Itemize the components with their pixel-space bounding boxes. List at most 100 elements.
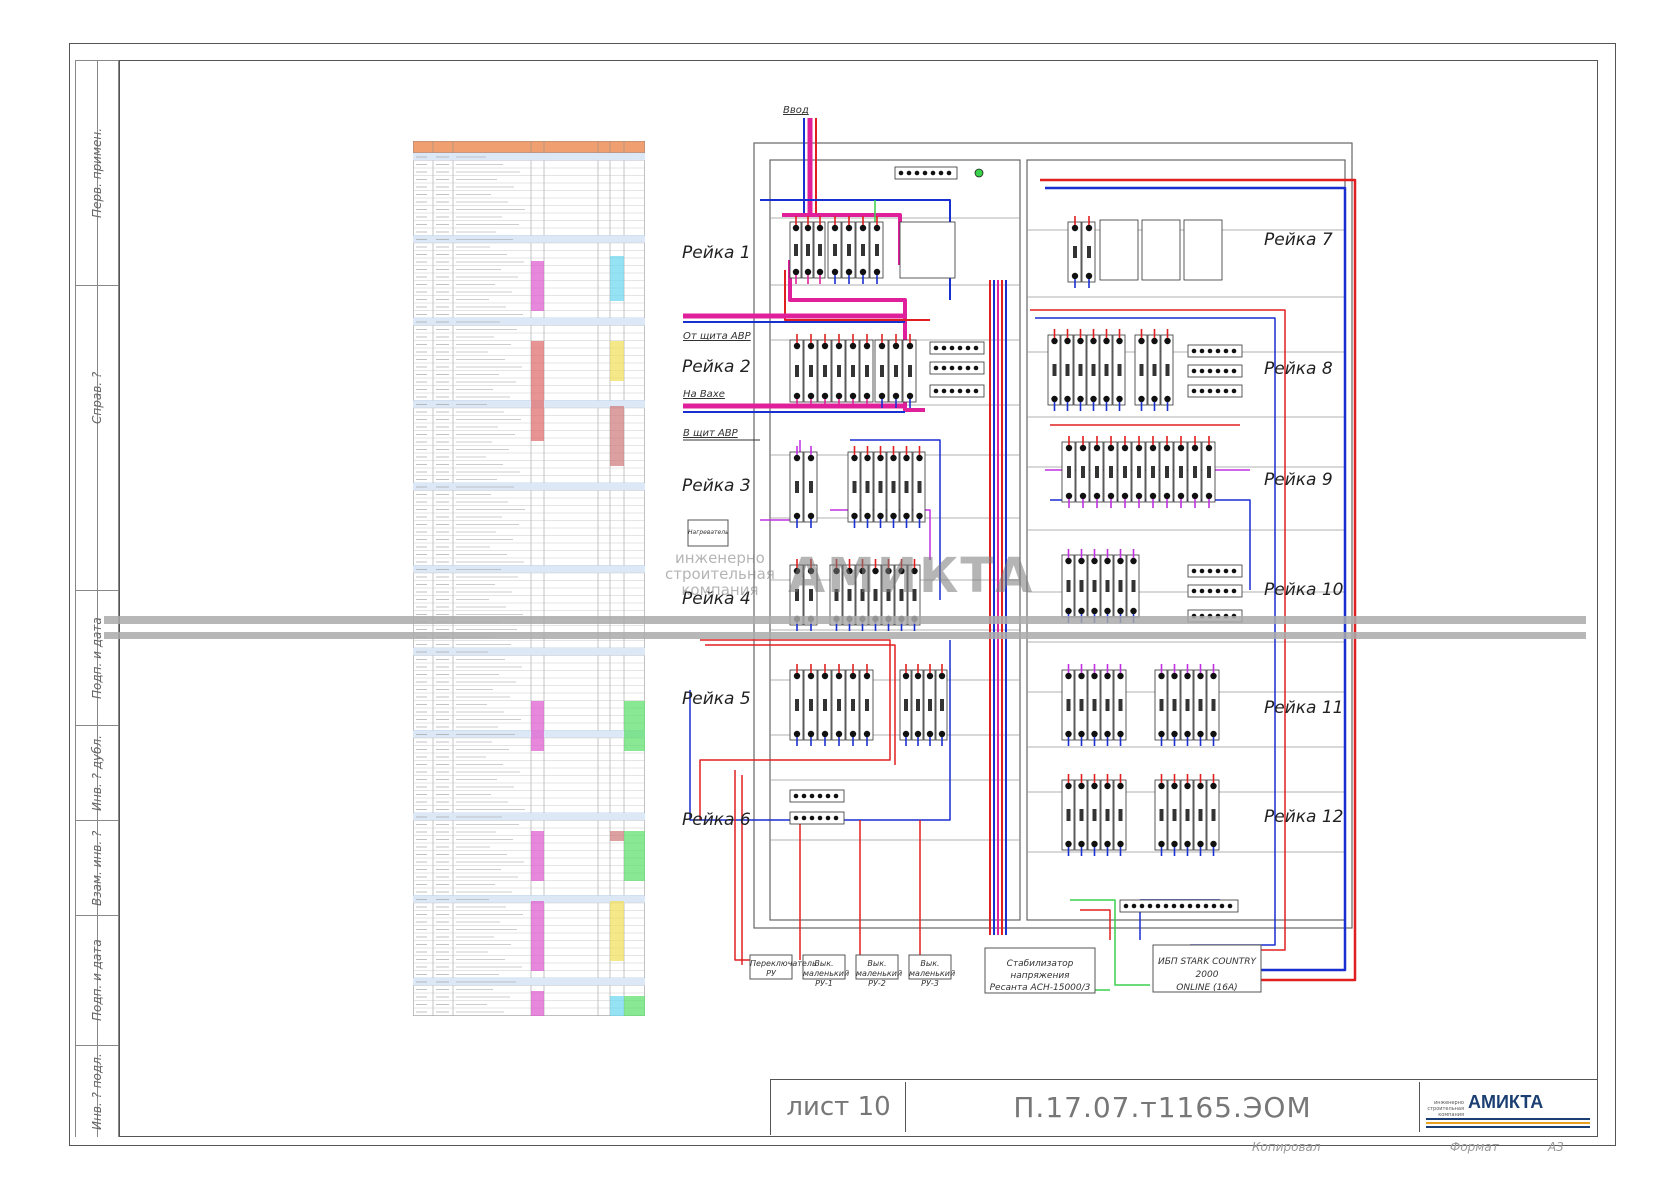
- breaker-toggle: [1207, 466, 1211, 478]
- breaker-terminal: [1078, 557, 1085, 565]
- watermark-line: строительная: [665, 565, 775, 583]
- terminal-screw: [949, 345, 955, 351]
- breaker-terminal: [1151, 337, 1158, 345]
- terminal-screw: [946, 170, 952, 176]
- relay-module: [1099, 219, 1139, 281]
- breaker-terminal: [863, 730, 871, 738]
- breaker-terminal: [916, 512, 923, 520]
- ups-line: ИБП STARK COUNTRY 2000: [1157, 957, 1257, 980]
- terminal-screw: [1231, 568, 1237, 574]
- terminal-screw: [1123, 903, 1129, 909]
- breaker-terminal: [863, 392, 871, 400]
- terminal-screw: [1199, 348, 1205, 354]
- breaker-terminal: [1163, 492, 1171, 500]
- copied-label: Копировал: [1252, 1140, 1321, 1154]
- breaker-terminal: [807, 512, 815, 520]
- breaker-toggle: [928, 699, 932, 711]
- breaker-terminal: [859, 268, 867, 276]
- terminal-screw: [1199, 388, 1205, 394]
- breaker-terminal: [1117, 782, 1124, 790]
- breaker-terminal: [1210, 672, 1217, 680]
- breaker-toggle: [818, 244, 822, 256]
- breaker-terminal: [1197, 782, 1204, 790]
- breaker-terminal: [793, 672, 801, 680]
- contactor: [899, 221, 956, 279]
- terminal-screw: [949, 365, 955, 371]
- terminal-screw: [809, 793, 815, 799]
- breaker-terminal: [849, 392, 857, 400]
- breaker-terminal: [1138, 337, 1145, 345]
- breaker-terminal: [1116, 395, 1123, 403]
- breaker-terminal: [938, 730, 946, 738]
- breaker-toggle: [794, 244, 798, 256]
- breaker-toggle: [1159, 809, 1164, 821]
- breaker-toggle: [917, 481, 922, 493]
- breaker-terminal: [1130, 607, 1137, 615]
- breaker-terminal: [1065, 492, 1073, 500]
- breaker-terminal: [1184, 840, 1191, 848]
- breaker-terminal: [821, 672, 829, 680]
- breaker-terminal: [906, 392, 914, 400]
- breaker-terminal: [1051, 395, 1058, 403]
- terminal-screw: [965, 365, 971, 371]
- breaker-terminal: [807, 730, 815, 738]
- breaker-terminal: [1164, 337, 1171, 345]
- terminal-screw: [1207, 368, 1213, 374]
- breaker-terminal: [1064, 337, 1071, 345]
- breaker-toggle: [823, 699, 827, 711]
- rail-label: Рейка 12: [1264, 807, 1344, 827]
- breaker-terminal: [914, 672, 922, 680]
- terminal-screw: [809, 815, 815, 821]
- breaker-terminal: [821, 730, 829, 738]
- breaker-toggle: [1165, 364, 1170, 376]
- breaker-terminal: [1079, 492, 1087, 500]
- breaker-toggle: [1092, 809, 1097, 821]
- breaker-terminal: [914, 730, 922, 738]
- breaker-toggle: [1118, 580, 1123, 592]
- breaker-terminal: [835, 392, 843, 400]
- watermark-brand: АМИКТА: [788, 548, 1035, 604]
- breaker-terminal: [1191, 444, 1199, 452]
- terminal-screw: [1223, 568, 1229, 574]
- breaker-terminal: [1171, 730, 1178, 738]
- terminal-screw: [1147, 903, 1153, 909]
- breaker-terminal: [1191, 492, 1199, 500]
- terminal-screw: [1231, 388, 1237, 394]
- breaker-terminal: [892, 342, 900, 350]
- breaker-terminal: [892, 392, 900, 400]
- breaker-terminal: [1121, 444, 1129, 452]
- terminal-screw: [817, 815, 823, 821]
- breaker-terminal: [1104, 840, 1111, 848]
- breaker-terminal: [821, 342, 829, 350]
- breaker-terminal: [816, 224, 824, 232]
- breaker-terminal: [835, 342, 843, 350]
- breaker-terminal: [903, 454, 910, 462]
- breaker-terminal: [804, 268, 812, 276]
- terminal-screw: [1223, 368, 1229, 374]
- breaker-terminal: [1065, 782, 1072, 790]
- breaker-toggle: [806, 244, 810, 256]
- terminal-screw: [833, 815, 839, 821]
- terminal-screw: [973, 365, 979, 371]
- breaker-terminal: [916, 454, 923, 462]
- note-to-avr: В щит АВР: [683, 428, 738, 439]
- breaker-terminal: [878, 342, 886, 350]
- breaker-toggle: [1092, 580, 1097, 592]
- terminal-screw: [1207, 348, 1213, 354]
- logo-stripe: [1426, 1118, 1590, 1120]
- terminal-screw: [1211, 903, 1217, 909]
- breaker-terminal: [1184, 672, 1191, 680]
- breaker-terminal: [1093, 492, 1101, 500]
- breaker-terminal: [1090, 395, 1097, 403]
- breaker-toggle: [865, 365, 869, 377]
- breaker-toggle: [1193, 466, 1197, 478]
- breaker-terminal: [845, 268, 853, 276]
- format-label: Формат: [1450, 1140, 1499, 1154]
- rail-label: Рейка 3: [682, 476, 751, 496]
- breaker-terminal: [1091, 607, 1098, 615]
- terminal-screw: [1195, 903, 1201, 909]
- ups-label: ИБП STARK COUNTRY 2000 ONLINE (16А): [1153, 956, 1261, 995]
- terminal-screw: [825, 793, 831, 799]
- relay-module: [1141, 219, 1181, 281]
- breaker-terminal: [1158, 672, 1165, 680]
